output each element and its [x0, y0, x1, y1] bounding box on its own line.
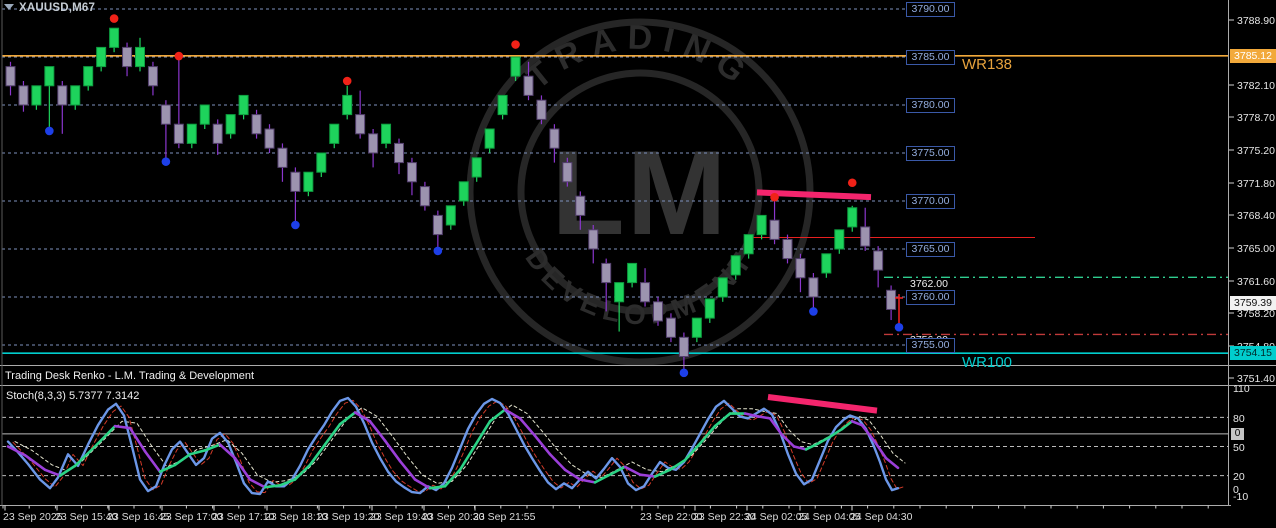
price-level-box-3775[interactable]: 3775.00: [906, 146, 955, 161]
price-note-3762: 3762.00: [910, 278, 948, 290]
current-price-marker: [895, 294, 903, 324]
wr100-label: WR100: [962, 354, 1013, 371]
price-axis-label: 3765.00: [1237, 243, 1275, 255]
time-axis-label[interactable]: 24 Sep 04:30: [850, 511, 912, 523]
stoch-indicator-label: Stoch(8,3,3) 5.7377 7.3142: [6, 390, 140, 402]
buy-signal-dot: [809, 307, 818, 316]
stoch-signal-line: [6, 408, 900, 490]
watermark-initials: LM: [551, 126, 728, 260]
sell-signal-dot: [511, 40, 520, 49]
price-level-box-3770[interactable]: 3770.00: [906, 194, 955, 209]
symbol-title: XAUUSD,M67: [4, 2, 96, 15]
watermark-top-text: TRADING: [519, 19, 760, 97]
signal-dots: [45, 14, 904, 378]
price-badge-3754-15: 3754.15: [1230, 346, 1276, 360]
price-level-box-3765[interactable]: 3765.00: [906, 242, 955, 257]
sell-signal-dot: [109, 14, 119, 23]
price-level-box-3790[interactable]: 3790.00: [906, 2, 955, 17]
price-badge-3759-39: 3759.39: [1230, 296, 1276, 310]
chevron-down-icon[interactable]: [4, 4, 14, 10]
buy-signal-dot: [679, 368, 689, 378]
chart-canvas[interactable]: LMTRADINGDEVELOPMENT: [0, 0, 1276, 528]
stoch-axis-label: 80: [1233, 413, 1245, 425]
buy-signal-dot: [433, 246, 443, 256]
price-axis-label: 3775.20: [1237, 145, 1275, 157]
wr138-label: WR138: [962, 56, 1013, 73]
chart-window: LMTRADINGDEVELOPMENT XAUUSD,M67 WR138 WR…: [0, 0, 1276, 528]
sell-signal-dot: [770, 192, 779, 202]
price-axis-label: 3771.80: [1237, 178, 1275, 190]
subwindow-title: Trading Desk Renko - L.M. Trading & Deve…: [5, 370, 255, 382]
price-axis-label: 3778.70: [1237, 112, 1275, 124]
buy-signal-dot: [161, 157, 171, 166]
price-axis-label: 3768.40: [1237, 210, 1275, 222]
sell-signal-dot: [174, 51, 184, 61]
stoch-axis-label: 50: [1233, 442, 1245, 454]
buy-signal-dot: [894, 322, 904, 332]
price-level-box-3755[interactable]: 3755.00: [906, 338, 955, 353]
time-axis-label[interactable]: 23 Sep 2025: [3, 511, 63, 523]
buy-signal-dot: [45, 126, 54, 136]
price-axis-label: 3788.90: [1237, 15, 1275, 27]
price-badge-3785-12: 3785.12: [1230, 49, 1276, 63]
buy-signal-dot: [291, 220, 300, 230]
stoch-axis-badge: 0: [1231, 428, 1244, 440]
price-level-box-3780[interactable]: 3780.00: [906, 98, 955, 113]
price-axis-label: 3782.10: [1237, 80, 1275, 92]
price-level-box-3785[interactable]: 3785.00: [906, 50, 955, 65]
symbol-title-text: XAUUSD,M67: [19, 2, 96, 14]
stoch-trendline[interactable]: [767, 394, 878, 414]
sell-signal-dot: [342, 76, 352, 86]
stoch-axis-label: 110: [1233, 383, 1250, 395]
stoch-axis-label: 20: [1233, 471, 1245, 483]
sell-signal-dot: [847, 178, 857, 188]
stoch-axis-label: -10: [1233, 491, 1249, 503]
time-axis-label[interactable]: 23 Sep 21:55: [473, 511, 535, 523]
price-axis-label: 3761.60: [1237, 276, 1275, 288]
price-level-box-3760[interactable]: 3760.00: [906, 290, 955, 305]
